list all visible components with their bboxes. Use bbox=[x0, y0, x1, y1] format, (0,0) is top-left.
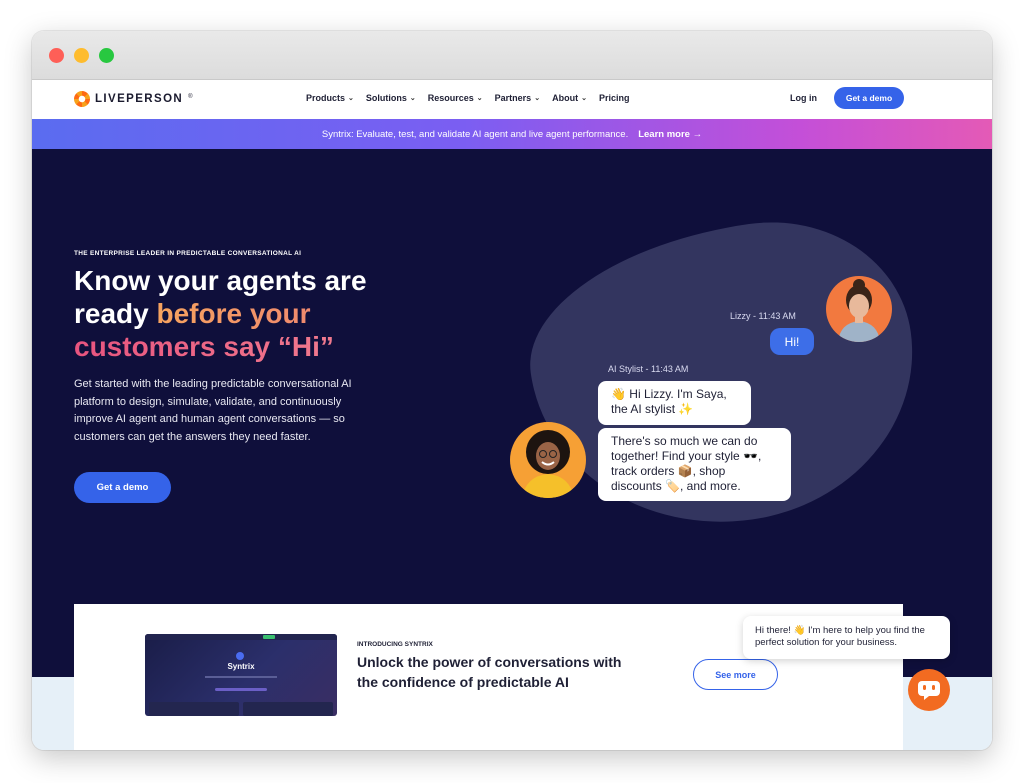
bot-message-bubble-2: There's so much we can do together! Find… bbox=[598, 428, 791, 501]
nav-item-products[interactable]: Products ⌄ bbox=[306, 93, 354, 103]
close-window-button[interactable] bbox=[49, 48, 64, 63]
get-demo-nav-button[interactable]: Get a demo bbox=[834, 87, 904, 109]
nav-item-partners[interactable]: Partners ⌄ bbox=[495, 93, 540, 103]
nav-item-resources[interactable]: Resources ⌄ bbox=[428, 93, 483, 103]
syntrix-mark-icon bbox=[236, 652, 244, 660]
screenshot-panel bbox=[149, 702, 239, 716]
liveperson-logo-icon bbox=[74, 91, 90, 107]
chevron-down-icon: ⌄ bbox=[534, 95, 541, 102]
screenshot-text-line bbox=[205, 676, 277, 678]
screenshot-tabs bbox=[215, 688, 267, 691]
banner-learn-more-link[interactable]: Learn more → bbox=[638, 129, 702, 140]
hero-eyebrow: THE ENTERPRISE LEADER IN PREDICTABLE CON… bbox=[74, 250, 302, 257]
nav-item-label: Partners bbox=[494, 93, 532, 103]
headline-part-2: before your bbox=[156, 298, 311, 329]
syntrix-eyebrow: INTRODUCING SYNTRIX bbox=[357, 641, 433, 648]
bot-message-bubble-1: 👋 Hi Lizzy. I'm Saya, the AI stylist ✨ bbox=[598, 381, 751, 425]
bot-message-meta: AI Stylist - 11:43 AM bbox=[608, 364, 689, 374]
announcement-banner: Syntrix: Evaluate, test, and validate AI… bbox=[32, 119, 992, 149]
registered-mark: ® bbox=[188, 93, 193, 100]
browser-titlebar bbox=[32, 31, 992, 80]
maximize-window-button[interactable] bbox=[99, 48, 114, 63]
user-avatar-image bbox=[838, 279, 880, 342]
chevron-down-icon: ⌄ bbox=[409, 95, 416, 102]
ai-stylist-avatar bbox=[510, 422, 586, 498]
chevron-down-icon: ⌄ bbox=[476, 95, 483, 102]
nav-item-label: Pricing bbox=[598, 93, 630, 103]
hero-description: Get started with the leading predictable… bbox=[74, 378, 352, 443]
chat-launcher-button[interactable] bbox=[908, 669, 950, 711]
nav-item-label: About bbox=[552, 93, 579, 103]
main-menu: Products ⌄ Solutions ⌄ Resources ⌄ Partn… bbox=[306, 93, 629, 103]
banner-text: Syntrix: Evaluate, test, and validate AI… bbox=[321, 128, 629, 140]
site-navbar: LIVEPERSON ® Products ⌄ Solutions ⌄ Reso… bbox=[32, 80, 992, 119]
nav-item-label: Products bbox=[306, 93, 346, 103]
hero-headline: Know your agents are ready before your c… bbox=[74, 264, 434, 363]
login-link[interactable]: Log in bbox=[790, 93, 817, 103]
user-message-bubble: Hi! bbox=[770, 328, 814, 355]
nav-item-solutions[interactable]: Solutions ⌄ bbox=[366, 93, 416, 103]
screenshot-panel bbox=[243, 702, 333, 716]
chevron-down-icon: ⌄ bbox=[581, 95, 587, 102]
nav-item-pricing[interactable]: Pricing bbox=[599, 93, 630, 103]
liveperson-logo[interactable]: LIVEPERSON ® bbox=[74, 91, 193, 107]
headline-part-3: customers say “Hi” bbox=[74, 331, 334, 362]
syntrix-title: Unlock the power of conversations with t… bbox=[357, 654, 622, 690]
screenshot-toolbar bbox=[145, 634, 337, 640]
hero-get-demo-button[interactable]: Get a demo bbox=[74, 472, 171, 503]
minimize-window-button[interactable] bbox=[74, 48, 89, 63]
chat-bot-icon bbox=[918, 681, 940, 700]
ai-stylist-avatar-image bbox=[522, 430, 574, 498]
hero-section: THE ENTERPRISE LEADER IN PREDICTABLE CON… bbox=[32, 149, 992, 677]
screenshot-badge bbox=[263, 635, 275, 639]
nav-item-label: Resources bbox=[427, 93, 474, 103]
nav-item-about[interactable]: About ⌄ bbox=[552, 93, 587, 103]
user-avatar bbox=[826, 276, 892, 342]
syntrix-screenshot: Syntrix bbox=[145, 634, 337, 716]
screenshot-title: Syntrix bbox=[227, 662, 255, 671]
chat-widget-message[interactable]: Hi there! 👋 I'm here to help you find th… bbox=[743, 616, 950, 659]
nav-item-label: Solutions bbox=[365, 93, 407, 103]
user-message-meta: Lizzy - 11:43 AM bbox=[730, 311, 796, 321]
chevron-down-icon: ⌄ bbox=[348, 95, 354, 102]
see-more-button[interactable]: See more bbox=[693, 659, 778, 690]
brand-name: LIVEPERSON bbox=[95, 93, 184, 105]
